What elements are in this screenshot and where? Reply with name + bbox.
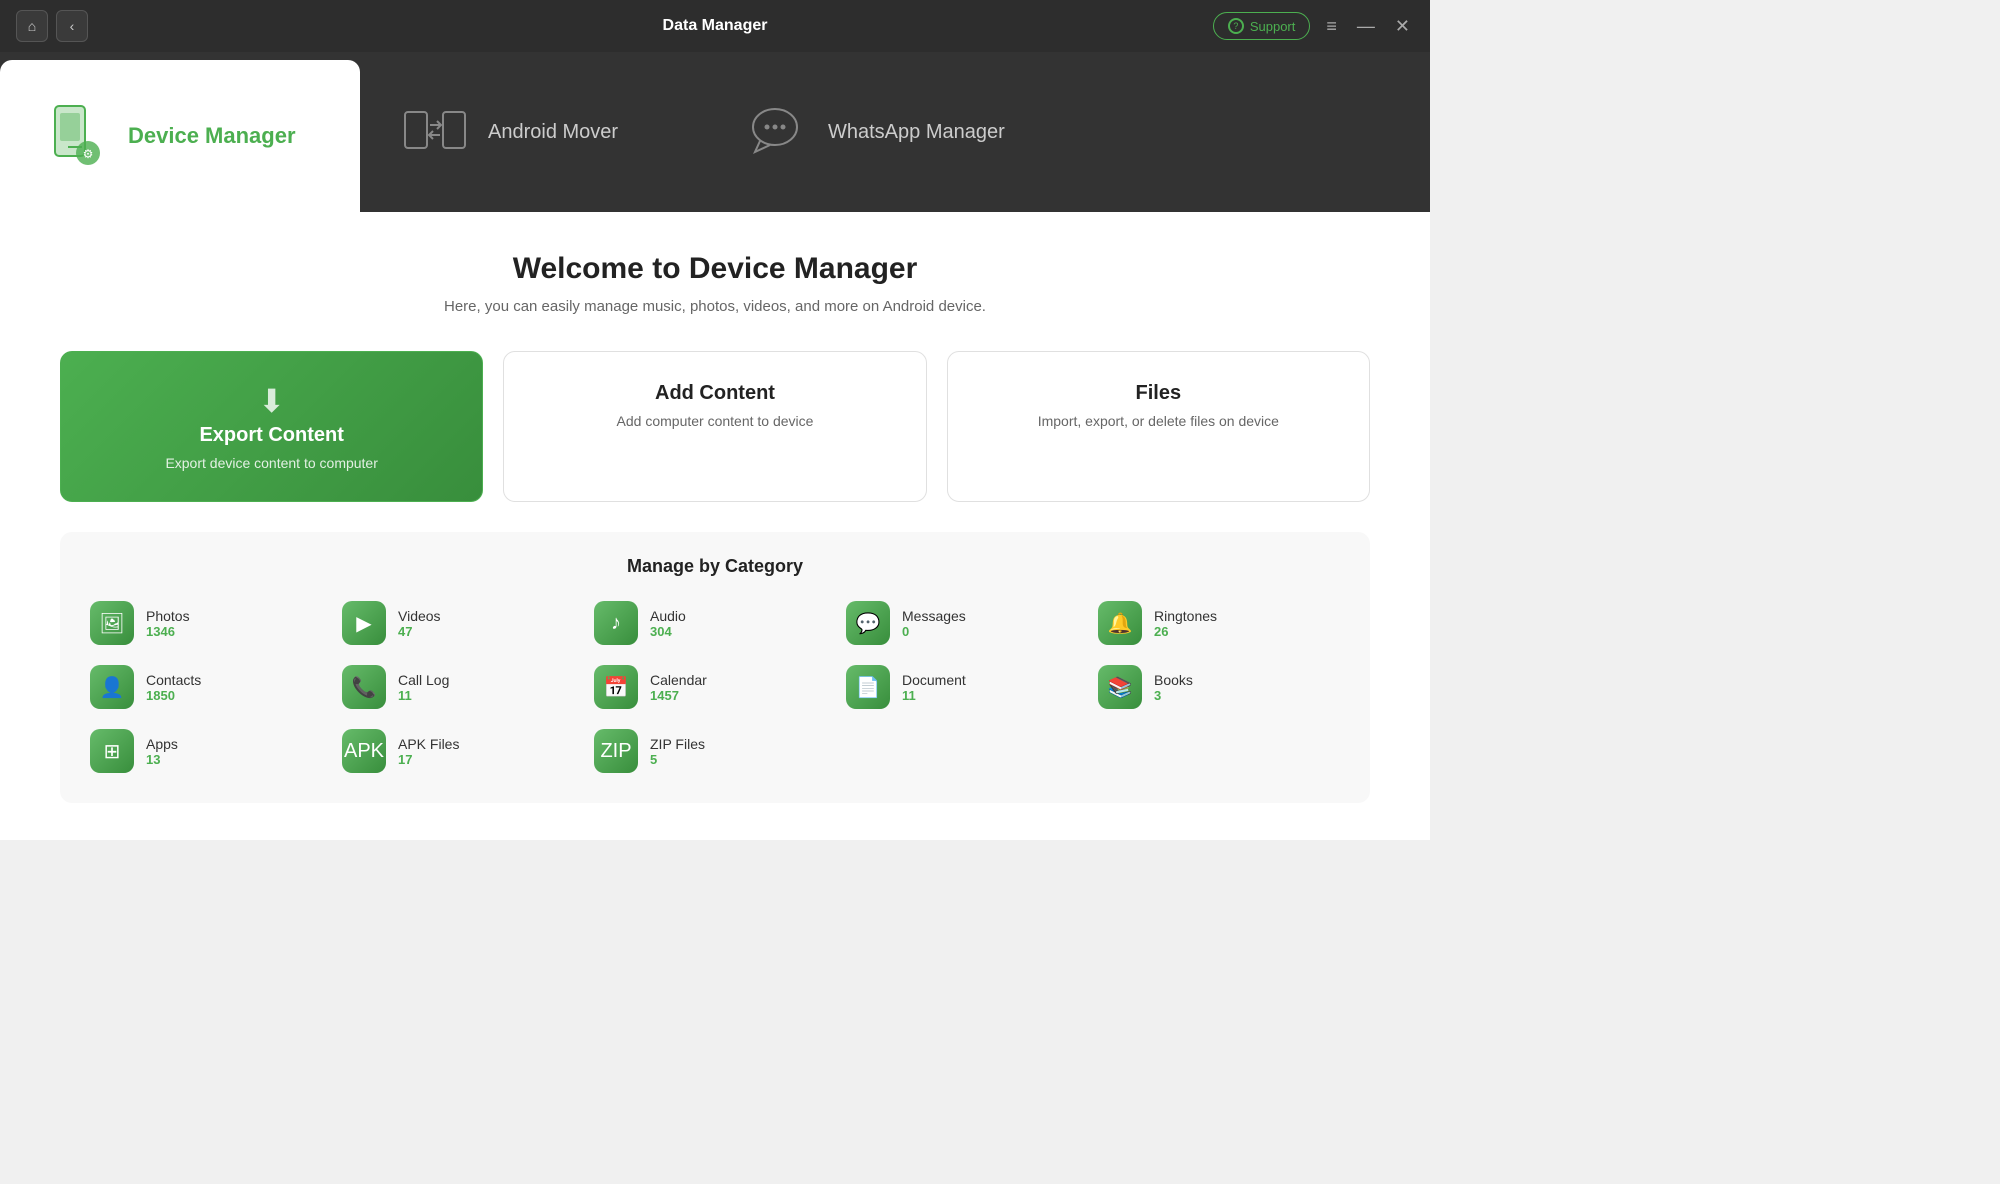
videos-name: Videos [398,608,441,624]
support-icon: ? [1228,18,1244,34]
category-item-contacts[interactable]: 👤 Contacts1850 [90,665,332,709]
apps-icon: ⊞ [90,729,134,773]
call-log-count: 11 [398,688,449,703]
category-item-document[interactable]: 📄 Document11 [846,665,1088,709]
category-item-videos[interactable]: ▶ Videos47 [342,601,584,645]
export-content-subtitle: Export device content to computer [81,455,462,471]
category-grid: 🖼 Photos1346 ▶ Videos47 ♪ Audio304 💬 Messages0 🔔… [90,601,1340,773]
category-section: Manage by Category 🖼 Photos1346 ▶ Videos47 ♪… [60,532,1370,803]
contacts-name: Contacts [146,672,201,688]
contacts-icon: 👤 [90,665,134,709]
files-title: Files [968,382,1349,405]
menu-button[interactable]: ≡ [1322,16,1341,37]
audio-count: 304 [650,624,686,639]
category-item-call-log[interactable]: 📞 Call Log11 [342,665,584,709]
document-icon: 📄 [846,665,890,709]
welcome-subtitle: Here, you can easily manage music, photo… [60,298,1370,315]
books-count: 3 [1154,688,1193,703]
category-item-calendar[interactable]: 📅 Calendar1457 [594,665,836,709]
zip-files-count: 5 [650,752,705,767]
ringtones-count: 26 [1154,624,1217,639]
call-log-icon: 📞 [342,665,386,709]
contacts-count: 1850 [146,688,201,703]
messages-icon: 💬 [846,601,890,645]
ringtones-icon: 🔔 [1098,601,1142,645]
audio-icon: ♪ [594,601,638,645]
document-name: Document [902,672,966,688]
category-item-books[interactable]: 📚 Books3 [1098,665,1340,709]
back-icon: ‹ [70,18,75,34]
category-item-audio[interactable]: ♪ Audio304 [594,601,836,645]
welcome-title: Welcome to Device Manager [60,252,1370,286]
svg-text:⚙: ⚙ [83,147,94,161]
support-button[interactable]: ? Support [1213,12,1311,40]
tab-device-manager[interactable]: ⚙ Device Manager [0,60,360,212]
export-arrow-icon: ⬇ [81,382,462,420]
zip-files-name: ZIP Files [650,736,705,752]
close-button[interactable]: ✕ [1391,16,1414,37]
apps-count: 13 [146,752,178,767]
call-log-name: Call Log [398,672,449,688]
files-subtitle: Import, export, or delete files on devic… [968,413,1349,429]
audio-name: Audio [650,608,686,624]
category-item-apk-files[interactable]: APK APK Files17 [342,729,584,773]
category-item-messages[interactable]: 💬 Messages0 [846,601,1088,645]
device-manager-icon: ⚙ [40,101,110,171]
main-content: Welcome to Device Manager Here, you can … [0,212,1430,840]
action-cards: ⬇ Export Content Export device content t… [60,351,1370,502]
add-content-title: Add Content [524,382,905,405]
books-name: Books [1154,672,1193,688]
tab-android-mover[interactable]: Android Mover [360,52,700,212]
home-icon: ⌂ [28,18,36,34]
zip-files-icon: ZIP [594,729,638,773]
calendar-count: 1457 [650,688,707,703]
ringtones-name: Ringtones [1154,608,1217,624]
category-section-title: Manage by Category [90,556,1340,577]
whatsapp-manager-icon [740,97,810,167]
app-title: Data Manager [663,17,768,35]
back-button[interactable]: ‹ [56,10,88,42]
calendar-icon: 📅 [594,665,638,709]
title-bar: ⌂ ‹ Data Manager ? Support ≡ — ✕ [0,0,1430,52]
minimize-button[interactable]: — [1353,16,1379,37]
android-mover-icon [400,97,470,167]
apk-files-icon: APK [342,729,386,773]
add-content-subtitle: Add computer content to device [524,413,905,429]
messages-name: Messages [902,608,966,624]
export-content-card[interactable]: ⬇ Export Content Export device content t… [60,351,483,502]
videos-count: 47 [398,624,441,639]
category-item-photos[interactable]: 🖼 Photos1346 [90,601,332,645]
document-count: 11 [902,688,966,703]
category-item-ringtones[interactable]: 🔔 Ringtones26 [1098,601,1340,645]
videos-icon: ▶ [342,601,386,645]
calendar-name: Calendar [650,672,707,688]
add-content-card[interactable]: Add Content Add computer content to devi… [503,351,926,502]
messages-count: 0 [902,624,966,639]
android-mover-label: Android Mover [488,121,618,144]
photos-icon: 🖼 [90,601,134,645]
whatsapp-manager-label: WhatsApp Manager [828,121,1005,144]
category-item-zip-files[interactable]: ZIP ZIP Files5 [594,729,836,773]
photos-count: 1346 [146,624,190,639]
apps-name: Apps [146,736,178,752]
apk-files-name: APK Files [398,736,459,752]
tab-whatsapp-manager[interactable]: WhatsApp Manager [700,52,1080,212]
category-item-apps[interactable]: ⊞ Apps13 [90,729,332,773]
nav-tabs: ⚙ Device Manager Android Mover WhatsApp … [0,52,1430,212]
title-bar-left: ⌂ ‹ [16,10,88,42]
home-button[interactable]: ⌂ [16,10,48,42]
apk-files-count: 17 [398,752,459,767]
books-icon: 📚 [1098,665,1142,709]
files-card[interactable]: Files Import, export, or delete files on… [947,351,1370,502]
export-content-title: Export Content [81,424,462,447]
device-manager-label: Device Manager [128,123,296,149]
photos-name: Photos [146,608,190,624]
title-bar-right: ? Support ≡ — ✕ [1213,12,1414,40]
